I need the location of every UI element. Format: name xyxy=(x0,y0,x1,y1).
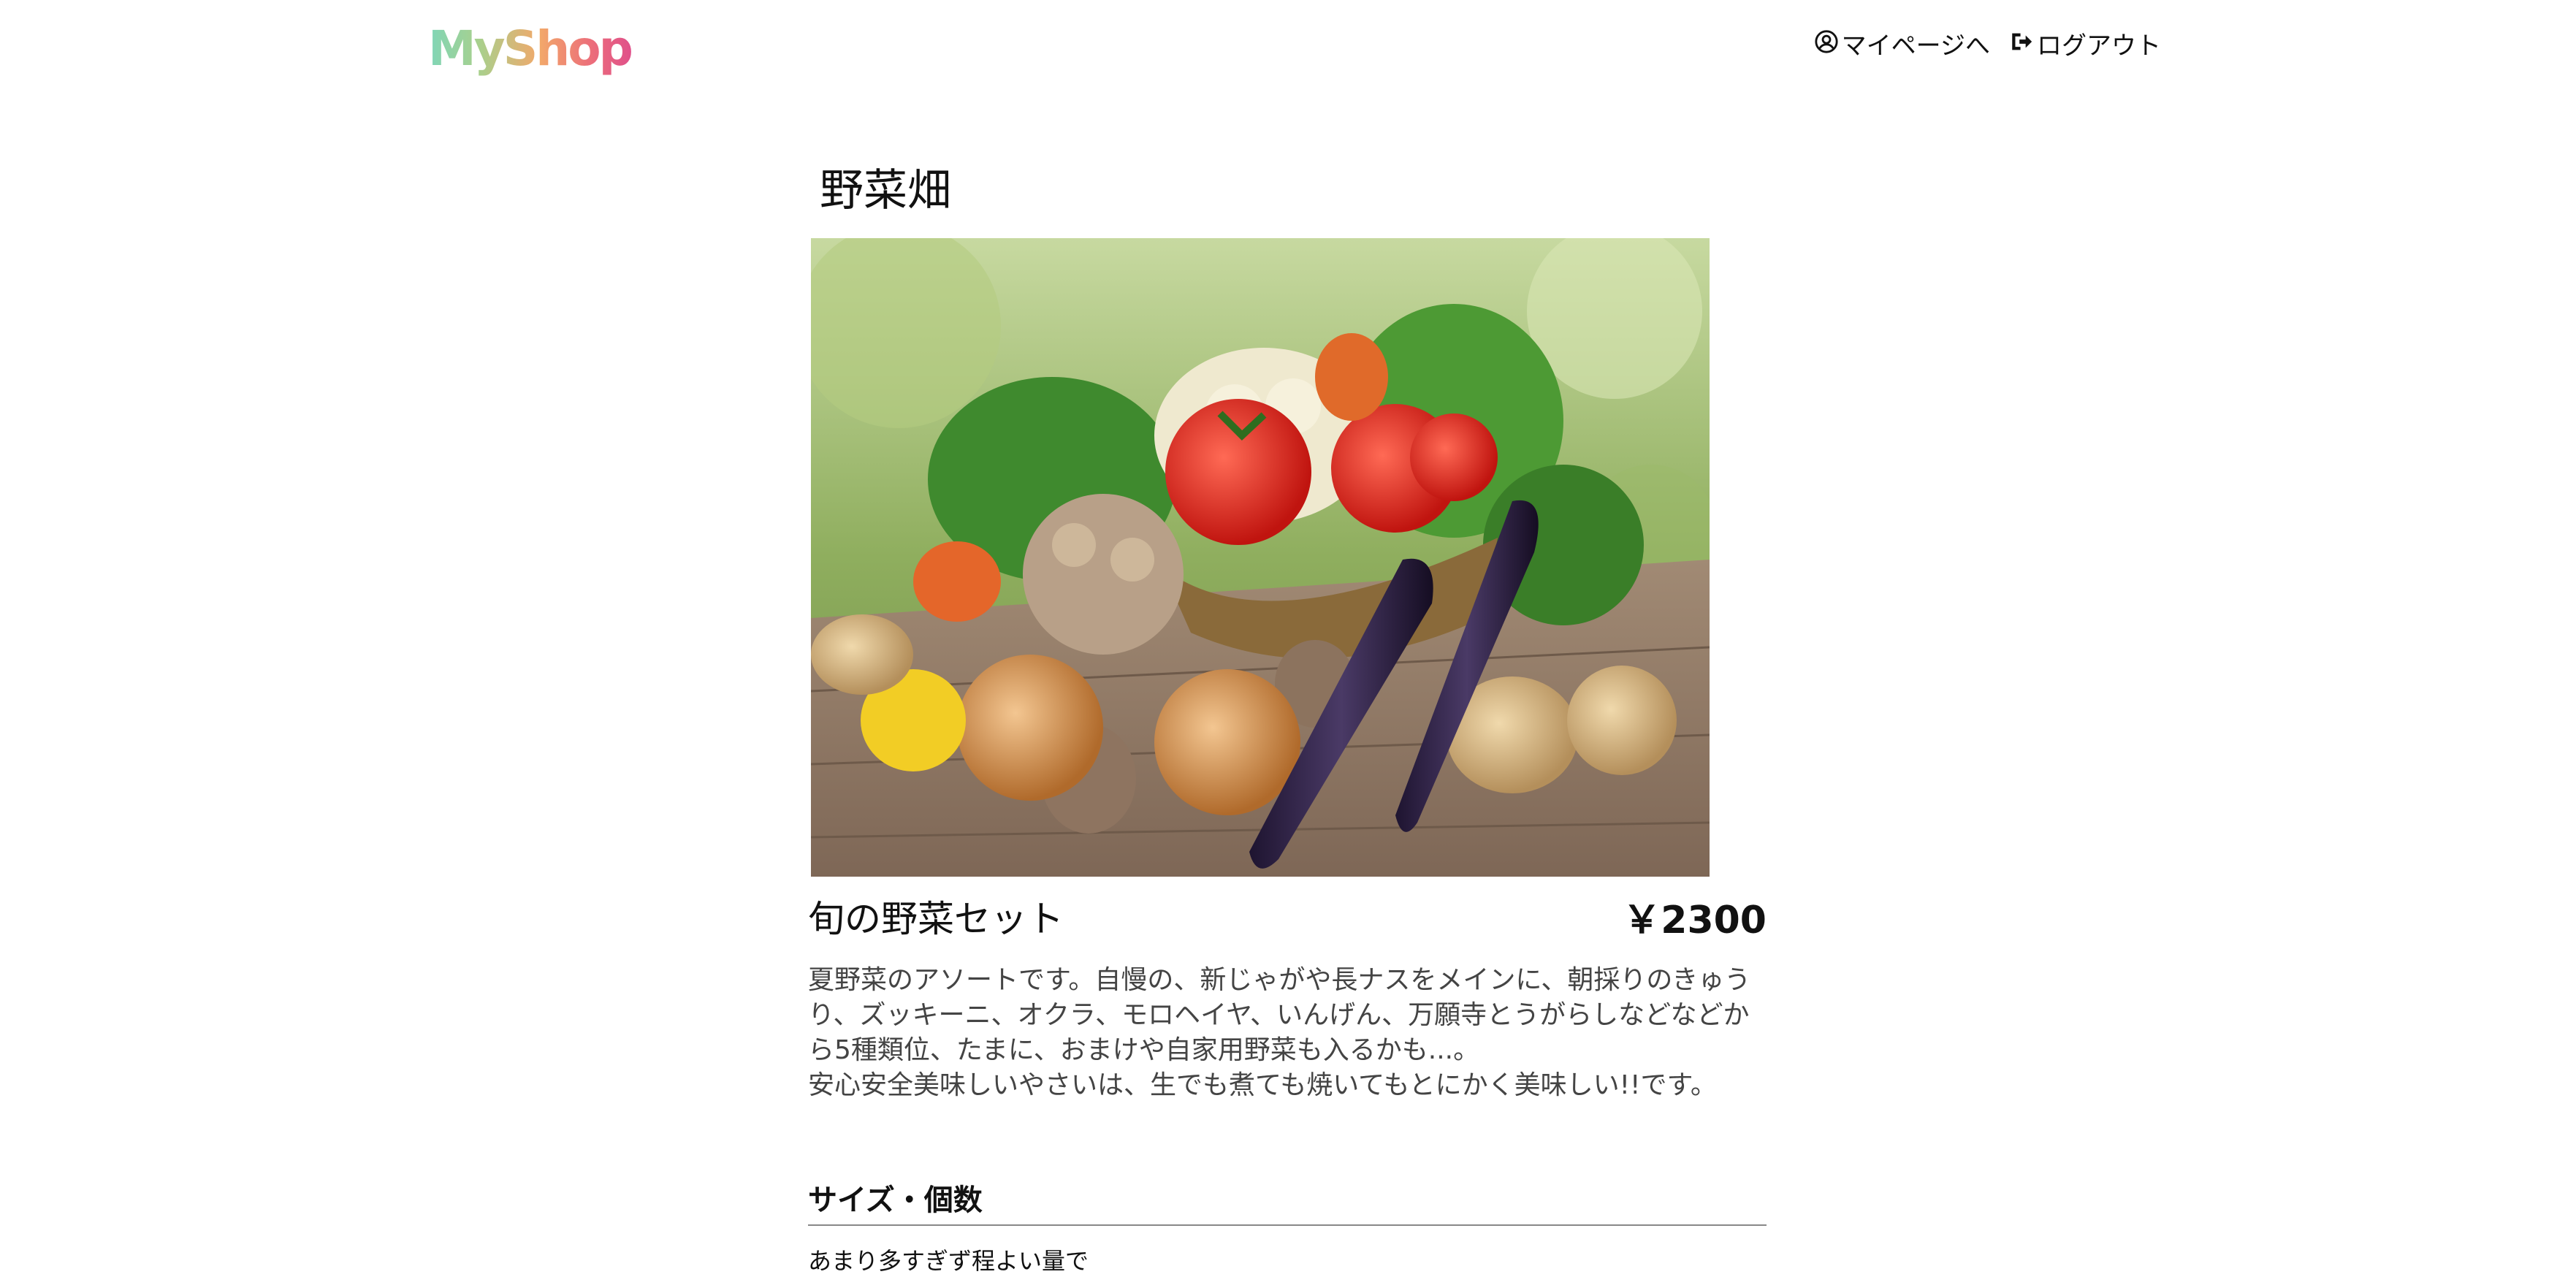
sign-out-icon xyxy=(2009,28,2034,64)
description-paragraph: 安心安全美味しいやさいは、生でも煮ても焼いてもとにかく美味しい!!です。 xyxy=(808,1070,1717,1100)
product-name-row: 旬の野菜セット ￥2300 xyxy=(808,887,1767,945)
mypage-link-label: マイページへ xyxy=(1841,31,1990,61)
logout-link[interactable]: ログアウト xyxy=(2009,28,2161,64)
product-image xyxy=(811,238,1710,877)
product-name: 旬の野菜セット xyxy=(808,898,1064,940)
user-circle-icon xyxy=(1814,28,1839,64)
header-nav: マイページへ ログアウト xyxy=(1814,28,2161,64)
product-price: ￥2300 xyxy=(1623,898,1767,942)
description-paragraph: 夏野菜のアソートです。自慢の、新じゃがや長ナスをメインに、朝採りのきゅうり、ズッ… xyxy=(808,965,1751,1065)
product-description: 夏野菜のアソートです。自慢の、新じゃがや長ナスをメインに、朝採りのきゅうり、ズッ… xyxy=(808,963,1767,1103)
size-section-text: あまり多すぎず程よい量で xyxy=(808,1247,1089,1275)
mypage-link[interactable]: マイページへ xyxy=(1814,28,1990,64)
page-title: 野菜畑 xyxy=(820,165,951,216)
site-header: MyShop マイページへ ログアウト xyxy=(0,0,2576,102)
logout-link-label: ログアウト xyxy=(2037,31,2161,61)
size-section-heading: サイズ・個数 xyxy=(808,1179,1767,1226)
vegetable-basket-photo xyxy=(811,238,1710,877)
shop-logo[interactable]: MyShop xyxy=(428,16,633,82)
